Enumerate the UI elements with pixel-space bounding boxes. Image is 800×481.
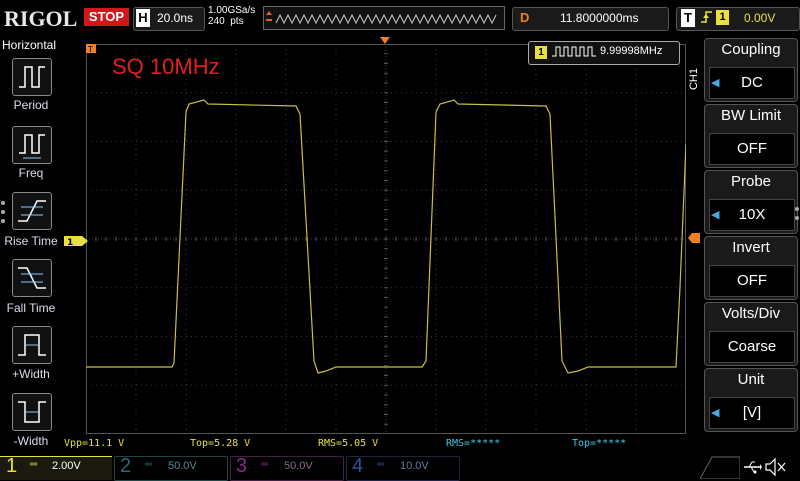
coupling-value: DC bbox=[709, 67, 795, 99]
frequency-readout: 9.99998MHz bbox=[600, 45, 663, 57]
positive-width-button[interactable] bbox=[12, 326, 52, 364]
period-label: Period bbox=[13, 98, 49, 112]
horizontal-trigger-marker-icon[interactable] bbox=[380, 37, 390, 45]
meas-rms-ch2: RMS=***** bbox=[446, 438, 501, 449]
dc-coupling-icon: ═ bbox=[261, 459, 269, 470]
ch3-number: 3 bbox=[236, 455, 248, 477]
rise-time-icon bbox=[18, 200, 46, 222]
ch1-offset-marker-icon[interactable]: 1 bbox=[64, 235, 88, 247]
unit-menu[interactable]: Unit [V] ◀ bbox=[704, 368, 798, 432]
memory-waveform-overview[interactable] bbox=[263, 6, 505, 30]
bw-limit-value: OFF bbox=[709, 133, 795, 165]
invert-value: OFF bbox=[709, 265, 795, 297]
ch1-scale: 2.00V bbox=[52, 460, 81, 472]
bw-limit-menu[interactable]: BW Limit OFF bbox=[704, 104, 798, 168]
meas-top-ch2: Top=***** bbox=[572, 438, 627, 449]
memory-overview-icon bbox=[266, 11, 497, 25]
sample-rate: 1.00GSa/s bbox=[208, 5, 256, 16]
menu-tab-icon[interactable] bbox=[700, 455, 740, 479]
volts-div-menu[interactable]: Volts/Div Coarse bbox=[704, 302, 798, 366]
unit-value: [V] bbox=[709, 397, 795, 429]
left-panel-title: Horizontal bbox=[2, 38, 57, 52]
freq-icon bbox=[19, 134, 45, 159]
coupling-menu[interactable]: Coupling DC ◀ bbox=[704, 38, 798, 102]
brand-logo: RIGOL bbox=[4, 6, 78, 31]
period-icon bbox=[19, 66, 45, 88]
volts-div-title: Volts/Div bbox=[721, 305, 781, 322]
ch3-scale: 50.0V bbox=[284, 460, 313, 472]
delay-key: D bbox=[520, 10, 530, 25]
mute-icon[interactable] bbox=[764, 457, 786, 477]
svg-text:T: T bbox=[87, 45, 93, 54]
volts-div-value: Coarse bbox=[709, 331, 795, 363]
svg-text:1: 1 bbox=[67, 238, 73, 247]
rise-time-button[interactable] bbox=[12, 192, 52, 230]
memory-depth: 240 pts bbox=[208, 16, 244, 27]
sample-info: 1.00GSa/s 240 pts bbox=[208, 5, 255, 27]
page-dot bbox=[795, 207, 799, 211]
negative-width-icon bbox=[18, 401, 46, 423]
page-dot bbox=[1, 210, 5, 214]
page-dot bbox=[795, 216, 799, 220]
negative-width-button[interactable] bbox=[12, 393, 52, 431]
rising-edge-icon bbox=[700, 9, 714, 28]
left-arrow-icon: ◀ bbox=[711, 209, 720, 221]
ch4-number: 4 bbox=[352, 455, 364, 477]
freq-label: Freq bbox=[18, 166, 44, 180]
invert-title: Invert bbox=[732, 239, 770, 256]
freq-button[interactable] bbox=[12, 126, 52, 164]
left-arrow-icon: ◀ bbox=[711, 407, 720, 419]
dc-coupling-icon: ═ bbox=[145, 459, 153, 470]
trigger-key: T bbox=[681, 9, 695, 27]
waveform-display[interactable] bbox=[86, 44, 686, 434]
dc-coupling-icon: ═ bbox=[377, 459, 385, 470]
usb-icon bbox=[744, 461, 762, 474]
horizontal-key: H bbox=[136, 9, 150, 27]
run-stop-button[interactable]: STOP bbox=[84, 8, 129, 26]
probe-value: 10X bbox=[709, 199, 795, 231]
rise-time-label: Rise Time bbox=[4, 234, 58, 248]
fall-time-icon bbox=[18, 267, 46, 289]
positive-width-label: +Width bbox=[12, 367, 50, 381]
trigger-level-marker-icon[interactable] bbox=[688, 233, 700, 243]
trigger-source: 1 bbox=[716, 10, 729, 25]
channel-menu-panel: Coupling DC ◀ BW Limit OFF Probe 10X ◀ I… bbox=[704, 38, 800, 434]
ch4-scale: 10.0V bbox=[400, 460, 429, 472]
negative-width-label: -Width bbox=[13, 434, 49, 448]
meas-vpp: Vpp=11.1 V bbox=[64, 438, 125, 449]
waveform-annotation: SQ 10MHz bbox=[112, 54, 220, 79]
unit-title: Unit bbox=[737, 371, 765, 388]
trigger-position-icon[interactable]: T bbox=[86, 44, 98, 54]
trigger-level: 0.00V bbox=[744, 11, 776, 25]
channel-menu-label: CH1 bbox=[688, 68, 700, 91]
delay-value: 11.8000000ms bbox=[560, 11, 639, 25]
page-dot bbox=[1, 201, 5, 205]
probe-menu[interactable]: Probe 10X ◀ bbox=[704, 170, 798, 234]
ch1-number: 1 bbox=[6, 455, 18, 477]
invert-menu[interactable]: Invert OFF bbox=[704, 236, 798, 300]
positive-width-icon bbox=[18, 334, 46, 356]
probe-title: Probe bbox=[730, 173, 772, 190]
coupling-title: Coupling bbox=[721, 41, 781, 58]
fall-time-button[interactable] bbox=[12, 259, 52, 297]
period-button[interactable] bbox=[12, 58, 52, 96]
dc-coupling-icon: ═ bbox=[30, 459, 38, 470]
left-arrow-icon: ◀ bbox=[711, 77, 720, 89]
ch2-scale: 50.0V bbox=[168, 460, 197, 472]
meas-top: Top=5.28 V bbox=[190, 438, 251, 449]
bw-limit-title: BW Limit bbox=[721, 107, 781, 124]
fall-time-label: Fall Time bbox=[6, 301, 56, 315]
graticule bbox=[86, 44, 686, 434]
square-wave-icon bbox=[552, 46, 596, 57]
frequency-channel-badge: 1 bbox=[535, 46, 547, 59]
ch2-number: 2 bbox=[120, 455, 132, 477]
page-dot bbox=[1, 219, 5, 223]
timebase-value: 20.0ns bbox=[157, 11, 194, 25]
meas-rms: RMS=5.05 V bbox=[318, 438, 379, 449]
